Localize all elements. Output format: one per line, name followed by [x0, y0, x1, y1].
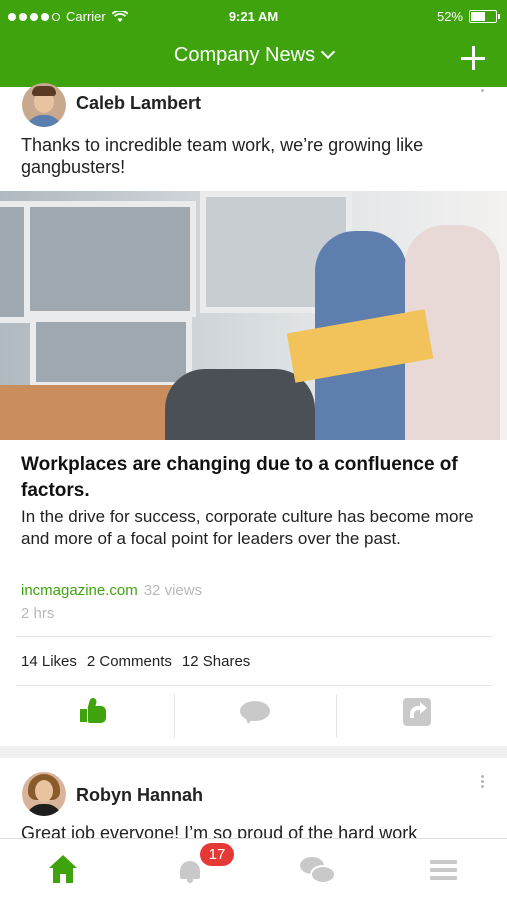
post-author[interactable]: Robyn Hannah — [76, 785, 203, 806]
battery-percent: 52% — [436, 9, 463, 24]
post-card: Caleb Lambert Thanks to incredible team … — [0, 83, 507, 746]
post-actions — [0, 686, 507, 746]
shares-count[interactable]: 12 Shares — [182, 653, 250, 670]
post-text: Thanks to incredible team work, we’re gr… — [21, 135, 424, 177]
post-author[interactable]: Caleb Lambert — [76, 93, 201, 114]
post-timestamp: 2 hrs — [21, 605, 55, 622]
plus-icon[interactable] — [461, 46, 485, 70]
likes-count[interactable]: 14 Likes — [21, 653, 77, 670]
share-icon[interactable] — [403, 698, 431, 726]
comments-count[interactable]: 2 Comments — [87, 653, 172, 670]
top-bar: Carrier 9:21 AM 52% Company News — [0, 0, 507, 87]
battery-icon — [469, 10, 500, 23]
article-image[interactable] — [0, 191, 507, 440]
menu-icon[interactable] — [428, 855, 460, 885]
article-summary: In the drive for success, corporate cult… — [21, 507, 474, 548]
avatar[interactable] — [22, 83, 66, 127]
post-card: Robyn Hannah Great job everyone! I’m so … — [0, 758, 507, 838]
chevron-down-icon — [321, 44, 336, 60]
page-title: Company News — [173, 44, 316, 66]
chat-icon[interactable] — [300, 855, 336, 885]
notifications-badge: 17 — [200, 843, 234, 866]
status-right: 52% — [436, 9, 500, 24]
article-views: 32 views — [143, 582, 203, 599]
comment-icon[interactable] — [240, 698, 270, 726]
divider — [174, 694, 175, 738]
kebab-menu-icon[interactable] — [481, 775, 485, 790]
tab-bar — [0, 838, 507, 901]
like-icon[interactable] — [80, 697, 108, 726]
post-stats: 14 Likes 2 Comments 12 Shares — [21, 653, 250, 670]
article-source-link[interactable]: incmagazine.com — [21, 582, 138, 599]
divider — [16, 636, 492, 637]
article-meta: incmagazine.com 32 views — [21, 582, 202, 599]
kebab-menu-icon[interactable] — [481, 89, 485, 94]
avatar[interactable] — [22, 772, 66, 816]
divider — [336, 694, 337, 738]
home-icon[interactable] — [47, 855, 79, 885]
post-text: Great job everyone! I’m so proud of the … — [21, 823, 418, 838]
status-time: 9:21 AM — [228, 9, 279, 24]
article-headline[interactable]: Workplaces are changing due to a conflue… — [21, 452, 491, 504]
status-bar: Carrier 9:21 AM 52% — [0, 0, 507, 34]
feed-selector[interactable]: Company News — [0, 44, 507, 67]
